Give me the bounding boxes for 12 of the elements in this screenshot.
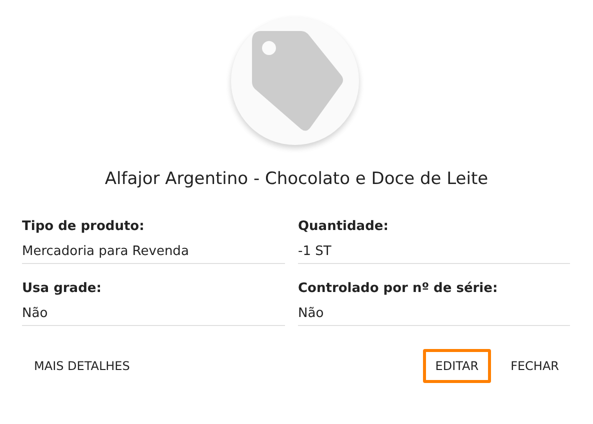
text-button[interactable]: EDITAR (423, 349, 491, 383)
field-label: Tipo de produto: (22, 219, 146, 234)
field-value: Não (298, 306, 325, 323)
product-title: Alfajor Argentino - Chocolato e Doce de Leite (104, 169, 488, 189)
field-value: -1 ST (298, 244, 332, 261)
field-value: Não (22, 306, 49, 323)
field-label: Quantidade: (298, 219, 390, 234)
text-button[interactable]: FECHAR (498, 349, 571, 383)
field-value: Mercadoria para Revenda (22, 244, 190, 261)
field-label: Controlado por nº de série: (298, 281, 499, 296)
field-label: Usa grade: (22, 281, 102, 296)
text-button[interactable]: MAIS DETALHES (22, 349, 142, 383)
